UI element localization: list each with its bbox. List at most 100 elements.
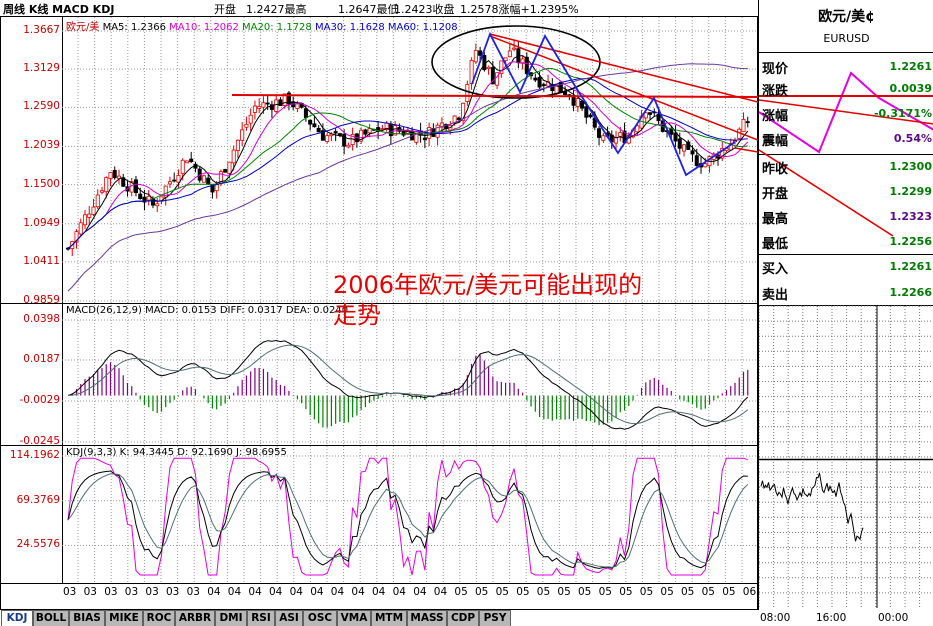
tab-rsi[interactable]: RSI <box>247 610 275 626</box>
tab-psy[interactable]: PSY <box>479 610 511 626</box>
candle-body <box>363 129 368 135</box>
tab-kdj[interactable]: KDJ <box>1 610 33 626</box>
quote-label: 最低 <box>762 237 789 252</box>
ma30-line <box>67 78 748 249</box>
candle-body <box>422 137 427 141</box>
candle-body <box>78 222 83 235</box>
candle-body <box>520 58 525 64</box>
high-value: 1.2647最低 <box>338 3 399 16</box>
candle-body <box>648 112 653 115</box>
tab-osc[interactable]: OSC <box>303 610 337 626</box>
candle-body <box>537 76 542 88</box>
candle-body <box>274 99 279 112</box>
quote-label: 开盘 <box>762 187 789 202</box>
chart-title: 周线 K线 MACD KDJ <box>3 3 115 16</box>
price-tick-label: 1.0949 <box>23 216 60 229</box>
x-axis-label: 04 <box>207 586 221 598</box>
candle-body <box>176 175 181 183</box>
candle-body <box>512 47 517 50</box>
x-axis-label: 03 <box>63 586 77 598</box>
kdj-tick-label: 24.5576 <box>16 538 60 551</box>
candle-body <box>325 135 330 142</box>
tab-mike[interactable]: MIKE <box>105 610 143 626</box>
quote-label: 震幅 <box>762 134 789 149</box>
candle-body <box>172 179 177 182</box>
candle-body <box>597 128 602 138</box>
candle-body <box>733 140 738 143</box>
x-axis-label: 04 <box>330 586 345 598</box>
x-axis-label: 05 <box>681 586 695 598</box>
tab-boll[interactable]: BOLL <box>33 610 69 626</box>
x-axis-label: 03 <box>166 586 180 598</box>
candle-body <box>240 129 245 141</box>
x-axis-label: 05 <box>619 586 633 598</box>
candle-body <box>507 50 512 58</box>
tab-bias[interactable]: BIAS <box>69 610 105 626</box>
candle-body <box>235 139 240 151</box>
candle-body <box>295 103 300 109</box>
candle-body <box>703 163 708 168</box>
candle-body <box>91 206 96 215</box>
tab-vma[interactable]: VMA <box>337 610 371 626</box>
x-axis-label: 05 <box>516 586 530 598</box>
macd-tick-label: 0.0398 <box>23 313 60 325</box>
x-axis-label: 04 <box>310 586 324 598</box>
x-axis-label: 03 <box>83 586 97 598</box>
intraday-price-line <box>760 472 864 542</box>
candle-body <box>342 133 347 147</box>
candle-body <box>227 161 232 174</box>
x-axis-label: 04 <box>269 586 283 598</box>
kdj-tick-label: 69.3769 <box>16 493 60 506</box>
candle-body <box>601 135 606 141</box>
quote-panel: 欧元/美¢ EURUSD 现价 1.2261 涨跌 0.0039 涨幅 -0.3171% 震… <box>758 0 933 610</box>
kdj-legend: KDJ(9,3,3) K: 94.3445 D: 92.1690 J: 98.6… <box>66 447 287 458</box>
candle-body <box>82 214 87 226</box>
candle-body <box>673 132 678 142</box>
quote-value: 1.2323 <box>889 210 932 223</box>
tab-mtm[interactable]: MTM <box>371 610 407 626</box>
x-axis-label: 04 <box>248 586 262 598</box>
price-tick-label: 1.1500 <box>23 177 60 190</box>
x-axis-label: 05 <box>598 586 612 598</box>
ma30-label: MA30: 1.1628 <box>314 22 385 33</box>
x-axis-label: 05 <box>536 586 551 598</box>
candle-body <box>87 213 92 218</box>
x-axis-label: 04 <box>392 586 406 598</box>
k-line <box>67 470 748 569</box>
candle-body <box>533 77 538 81</box>
tab-dmi[interactable]: DMI <box>215 610 247 626</box>
candle-body <box>682 144 687 152</box>
x-axis-label: 05 <box>722 586 736 598</box>
candle-body <box>167 181 172 185</box>
x-axis-label: 06 <box>742 586 757 598</box>
x-axis-label: 04 <box>413 586 427 598</box>
tab-mass[interactable]: MASS <box>407 610 447 626</box>
candle-body <box>252 105 257 113</box>
candle-body <box>486 66 491 69</box>
intraday-time-label: 00:00 <box>878 612 909 624</box>
tab-arbr[interactable]: ARBR <box>175 610 215 626</box>
tab-cdp[interactable]: CDP <box>447 610 479 626</box>
ma10-line <box>67 61 749 249</box>
candle-body <box>99 190 104 193</box>
candle-body <box>367 128 372 134</box>
open-value: 1.2427最高 <box>246 3 307 16</box>
symbol-label: 欧元/美 <box>66 22 100 33</box>
quote-label: 最高 <box>762 212 789 227</box>
candle-body <box>745 121 750 124</box>
candle-body <box>694 155 699 166</box>
quote-value: 1.2266 <box>889 286 932 299</box>
d-line <box>67 473 749 568</box>
tab-asi[interactable]: ASI <box>275 610 303 626</box>
candle-body <box>584 106 589 118</box>
tab-roc[interactable]: ROC <box>143 610 175 626</box>
quote-label: 涨幅 <box>762 109 789 124</box>
candle-body <box>690 150 695 155</box>
macd-tick-label: 0.0187 <box>23 353 60 366</box>
candle-body <box>116 175 121 179</box>
candle-body <box>575 98 580 107</box>
candle-body <box>614 137 619 144</box>
candle-body <box>265 102 270 105</box>
instrument-name: 欧元/美¢ <box>818 9 875 25</box>
x-axis-label: 05 <box>557 586 571 598</box>
